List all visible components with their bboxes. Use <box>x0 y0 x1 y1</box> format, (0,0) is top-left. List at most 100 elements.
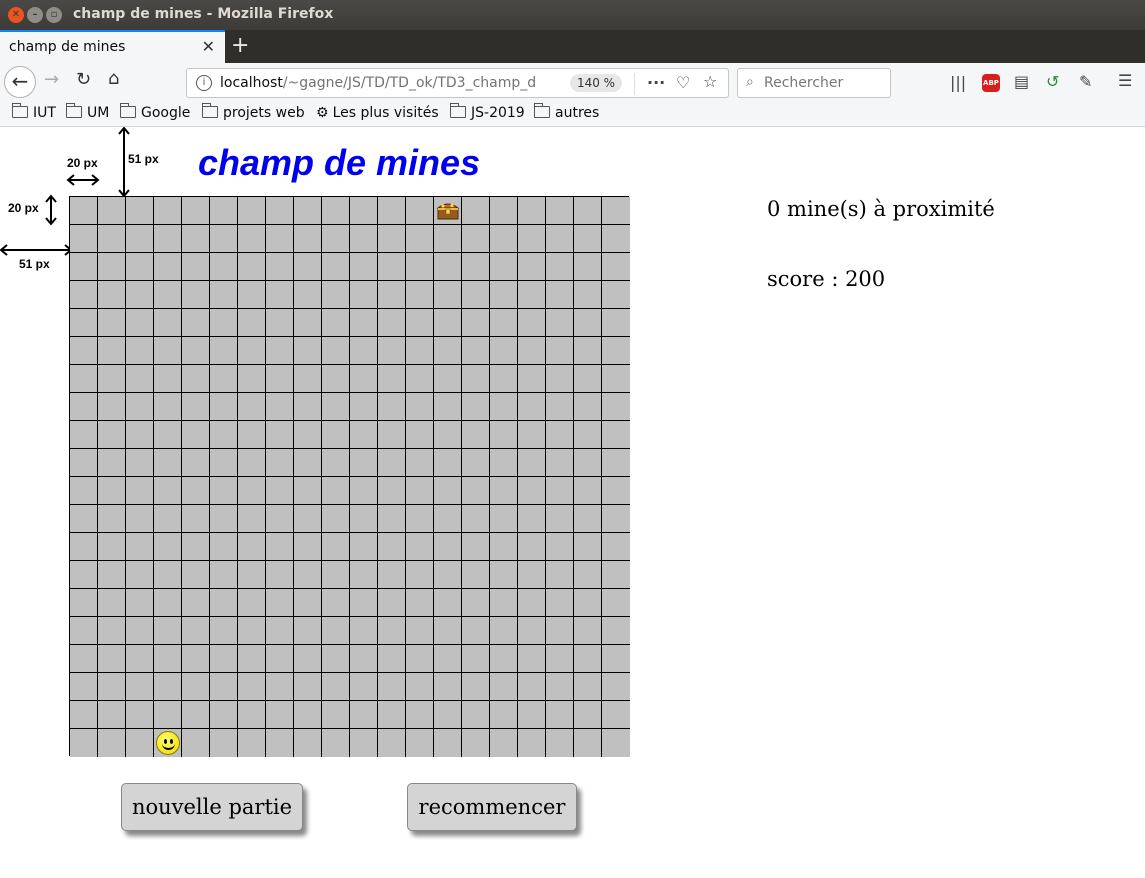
grid-cell[interactable] <box>574 701 602 729</box>
grid-cell[interactable] <box>70 281 98 309</box>
grid-cell[interactable] <box>378 225 406 253</box>
grid-cell[interactable] <box>126 197 154 225</box>
grid-cell[interactable] <box>462 281 490 309</box>
grid-cell[interactable] <box>574 449 602 477</box>
grid-cell[interactable] <box>574 393 602 421</box>
grid-cell[interactable] <box>182 701 210 729</box>
grid-cell[interactable] <box>434 673 462 701</box>
grid-cell[interactable] <box>546 589 574 617</box>
grid-cell[interactable] <box>518 225 546 253</box>
grid-cell[interactable] <box>462 533 490 561</box>
grid-cell[interactable] <box>434 701 462 729</box>
grid-cell[interactable] <box>406 253 434 281</box>
grid-cell[interactable] <box>602 253 630 281</box>
grid-cell[interactable] <box>182 449 210 477</box>
grid-cell[interactable] <box>98 533 126 561</box>
grid-cell[interactable] <box>350 225 378 253</box>
grid-cell[interactable] <box>434 561 462 589</box>
grid-cell[interactable] <box>406 225 434 253</box>
grid-cell[interactable] <box>490 477 518 505</box>
grid-cell[interactable] <box>126 421 154 449</box>
grid-cell[interactable] <box>154 197 182 225</box>
search-input[interactable] <box>764 72 884 94</box>
grid-cell[interactable] <box>490 449 518 477</box>
grid-cell[interactable] <box>546 253 574 281</box>
grid-cell[interactable] <box>434 589 462 617</box>
grid-cell[interactable] <box>182 533 210 561</box>
bookmark-folder-um[interactable]: UM <box>65 103 109 121</box>
grid-cell[interactable] <box>266 309 294 337</box>
grid-cell[interactable] <box>350 701 378 729</box>
window-maximize-icon[interactable]: ▫ <box>46 7 62 23</box>
grid-cell[interactable] <box>154 533 182 561</box>
grid-cell[interactable] <box>210 729 238 757</box>
grid-cell[interactable] <box>546 645 574 673</box>
grid-cell[interactable] <box>406 561 434 589</box>
grid-cell[interactable] <box>518 449 546 477</box>
adblock-icon[interactable]: ABP <box>982 74 1000 92</box>
grid-cell[interactable] <box>210 561 238 589</box>
grid-cell[interactable] <box>350 337 378 365</box>
grid-cell[interactable] <box>574 253 602 281</box>
grid-cell[interactable] <box>462 421 490 449</box>
grid-cell[interactable] <box>518 197 546 225</box>
grid-cell[interactable] <box>490 645 518 673</box>
grid-cell[interactable] <box>70 729 98 757</box>
grid-cell[interactable] <box>126 393 154 421</box>
grid-cell[interactable] <box>490 309 518 337</box>
back-icon[interactable]: ← <box>4 66 36 98</box>
grid-cell[interactable] <box>406 309 434 337</box>
grid-cell[interactable] <box>518 281 546 309</box>
grid-cell[interactable] <box>126 309 154 337</box>
grid-cell[interactable] <box>266 645 294 673</box>
grid-cell[interactable] <box>434 253 462 281</box>
grid-cell[interactable] <box>182 337 210 365</box>
grid-cell[interactable] <box>518 365 546 393</box>
grid-cell[interactable] <box>350 421 378 449</box>
grid-cell[interactable] <box>322 197 350 225</box>
grid-cell[interactable] <box>154 617 182 645</box>
grid-cell[interactable] <box>322 281 350 309</box>
eyedropper-icon[interactable]: ✎ <box>1079 72 1092 91</box>
grid-cell[interactable] <box>70 561 98 589</box>
grid-cell[interactable] <box>70 337 98 365</box>
grid-cell[interactable] <box>546 449 574 477</box>
grid-cell[interactable] <box>322 225 350 253</box>
grid-cell[interactable] <box>574 281 602 309</box>
grid-cell[interactable] <box>602 225 630 253</box>
sidebar-icon[interactable]: ▤ <box>1014 72 1029 91</box>
grid-cell[interactable] <box>126 673 154 701</box>
grid-cell[interactable] <box>602 617 630 645</box>
grid-cell[interactable] <box>574 561 602 589</box>
grid-cell[interactable] <box>210 645 238 673</box>
grid-cell[interactable] <box>546 365 574 393</box>
grid-cell[interactable] <box>434 337 462 365</box>
grid-cell[interactable] <box>154 673 182 701</box>
grid-cell[interactable] <box>238 449 266 477</box>
grid-cell[interactable] <box>546 421 574 449</box>
grid-cell[interactable] <box>294 505 322 533</box>
grid-cell[interactable] <box>574 337 602 365</box>
grid-cell[interactable] <box>266 393 294 421</box>
grid-cell[interactable] <box>154 253 182 281</box>
zoom-badge[interactable]: 140 % <box>570 74 622 92</box>
grid-cell[interactable] <box>518 477 546 505</box>
grid-cell[interactable] <box>294 421 322 449</box>
grid-cell[interactable] <box>182 225 210 253</box>
grid-cell[interactable] <box>154 729 182 757</box>
grid-cell[interactable] <box>238 477 266 505</box>
grid-cell[interactable] <box>98 421 126 449</box>
grid-cell[interactable] <box>434 477 462 505</box>
tab-close-icon[interactable]: ✕ <box>202 37 215 56</box>
grid-cell[interactable] <box>434 393 462 421</box>
grid-cell[interactable] <box>294 561 322 589</box>
grid-cell[interactable] <box>574 225 602 253</box>
grid-cell[interactable] <box>434 645 462 673</box>
reload-icon[interactable]: ↻ <box>76 69 91 90</box>
grid-cell[interactable] <box>490 673 518 701</box>
grid-cell[interactable] <box>462 477 490 505</box>
grid-cell[interactable] <box>266 281 294 309</box>
grid-cell[interactable] <box>294 617 322 645</box>
grid-cell[interactable] <box>490 337 518 365</box>
grid-cell[interactable] <box>378 505 406 533</box>
